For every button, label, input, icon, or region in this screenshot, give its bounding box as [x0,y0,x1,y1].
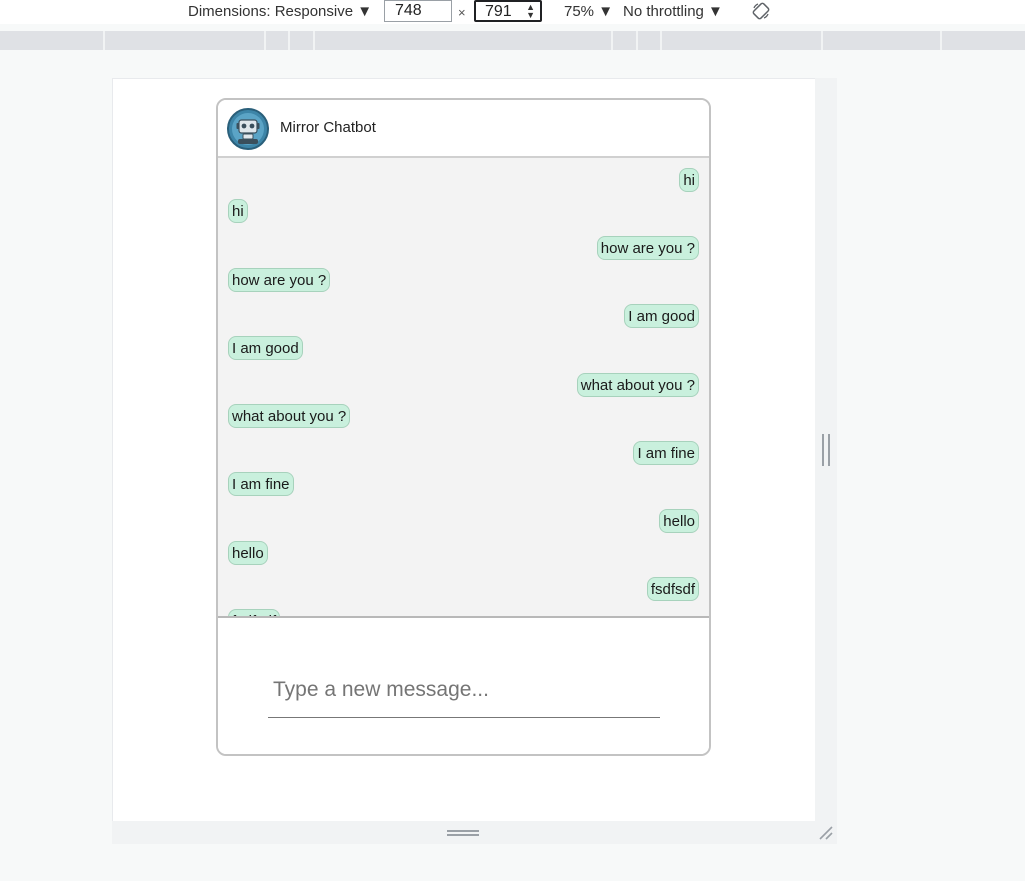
sent-message: I am fine [633,441,699,465]
ruler-tick [940,31,942,50]
dimensions-dropdown[interactable]: Dimensions: Responsive ▼ [188,3,372,20]
ruler-tick [636,31,638,50]
sent-message: fsdfsdf [646,577,699,601]
received-message: fsdfsdf [228,609,281,616]
sent-message: I am good [624,304,699,328]
ruler-tick [288,31,290,50]
messages-panel[interactable]: hi hi how are you ? how are you ? I am g… [218,158,709,616]
throttling-dropdown[interactable]: No throttling ▼ [623,3,723,20]
message-input[interactable] [268,662,660,718]
received-message: how are you ? [228,268,331,292]
ruler-tick [660,31,662,50]
chat-window: Mirror Chatbot hi hi how are you ? how a… [216,98,711,756]
height-value: 791 [485,3,512,20]
width-input[interactable]: 748 [384,0,452,22]
rotate-icon[interactable] [752,2,770,20]
ruler-tick [611,31,613,50]
received-message: hi [228,199,248,223]
devtools-toolbar: Dimensions: Responsive ▼ 748 × 791 ▲ ▼ 75… [0,0,1025,24]
chat-title: Mirror Chatbot [280,119,376,136]
media-query-ruler[interactable] [0,31,1025,50]
ruler-tick [313,31,315,50]
robot-icon [227,108,269,150]
sent-message: what about you ? [576,373,699,397]
message-composer [218,616,709,754]
ruler-tick [821,31,823,50]
sent-message: hello [659,509,699,533]
sent-message: how are you ? [596,236,699,260]
sent-message: hi [679,168,699,192]
received-message: I am good [228,336,303,360]
ruler-tick [264,31,266,50]
dimension-separator: × [458,5,466,20]
ruler-tick [103,31,105,50]
right-resize-handle[interactable] [822,434,830,466]
received-message: I am fine [228,472,294,496]
height-input[interactable]: 791 ▲ ▼ [474,0,542,22]
received-message: hello [228,541,268,565]
zoom-dropdown[interactable]: 75% ▼ [564,3,613,20]
stepper-arrows-icon[interactable]: ▲ ▼ [526,3,535,20]
bottom-resize-handle[interactable] [447,830,479,836]
chat-header: Mirror Chatbot [218,100,709,158]
received-message: what about you ? [228,404,351,428]
corner-resize-icon[interactable] [818,825,834,841]
